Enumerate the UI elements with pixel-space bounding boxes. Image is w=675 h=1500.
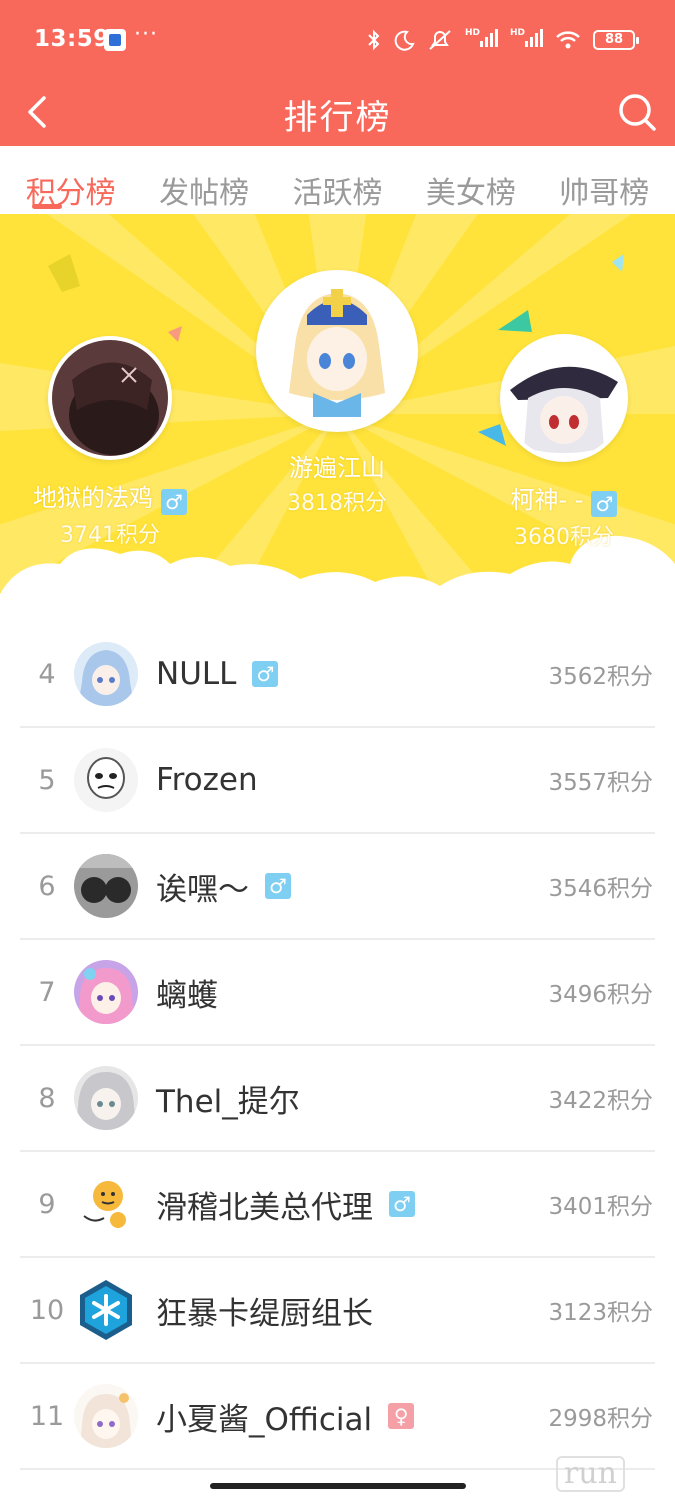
- user-avatar-image: [74, 1172, 138, 1236]
- page-title: 排行榜: [283, 98, 392, 138]
- user-name: 滑稽北美总代理: [156, 1189, 373, 1226]
- status-bar: 13:59 ··· HD HD 88: [0, 0, 675, 80]
- status-more-icon: ···: [134, 22, 158, 47]
- user-score: 3546积分: [548, 876, 653, 902]
- user-name: 螭蠖: [156, 977, 218, 1014]
- user-score: 3401积分: [548, 1194, 653, 1220]
- watermark-logo: run: [556, 1456, 625, 1492]
- list-item[interactable]: 5 Frozen 3557积分: [20, 728, 655, 834]
- user-score: 3123积分: [548, 1300, 653, 1326]
- list-item[interactable]: 7 螭蠖 3496积分: [20, 940, 655, 1046]
- list-item[interactable]: 9 滑稽北美总代理 ♂ 3401积分: [20, 1152, 655, 1258]
- podium-name: 地狱的法鸡: [33, 484, 153, 512]
- podium-score: 3741积分: [60, 522, 160, 548]
- app-header: 13:59 ··· HD HD 88 排行榜: [0, 0, 675, 146]
- user-score: 3562积分: [548, 664, 653, 690]
- podium-third[interactable]: 柯神- - ♂ 3680积分: [464, 334, 664, 551]
- podium-name: 游遍江山: [289, 454, 385, 482]
- tab-posts[interactable]: 发帖榜: [159, 146, 249, 214]
- male-gender-icon: ♂: [591, 490, 618, 517]
- podium-first[interactable]: 游遍江山 3818积分: [237, 270, 437, 517]
- rank-number: 11: [29, 1400, 65, 1432]
- user-avatar-image: [74, 1278, 138, 1342]
- list-item[interactable]: 4 NULL ♂ 3562积分: [20, 622, 655, 728]
- male-gender-icon: ♂: [252, 661, 279, 687]
- active-tab-indicator: [32, 204, 62, 209]
- home-indicator[interactable]: [210, 1483, 466, 1489]
- avatar: [500, 334, 628, 462]
- avatar: [48, 336, 172, 460]
- user-score: 2998积分: [548, 1406, 653, 1432]
- rank-number: 5: [38, 764, 56, 796]
- rank-number: 10: [29, 1294, 65, 1326]
- user-avatar-image: [504, 338, 624, 458]
- podium-second[interactable]: 地狱的法鸡 ♂ 3741积分: [10, 336, 210, 549]
- user-avatar-image: [52, 340, 168, 456]
- tab-handsome[interactable]: 帅哥榜: [559, 146, 649, 214]
- user-name: 诶嘿～: [156, 871, 249, 908]
- list-item[interactable]: 10 狂暴卡缇厨组长 3123积分: [20, 1258, 655, 1364]
- rank-number: 4: [38, 658, 56, 690]
- rank-number: 8: [38, 1082, 56, 1114]
- avatar: [256, 270, 418, 432]
- user-name: 狂暴卡缇厨组长: [156, 1295, 373, 1332]
- user-score: 3557积分: [548, 770, 653, 796]
- user-avatar-image: [74, 960, 138, 1024]
- podium-score: 3680积分: [514, 524, 614, 550]
- battery-icon: 88: [593, 30, 639, 50]
- user-avatar-image: [74, 748, 138, 812]
- hd-label: HD: [464, 28, 480, 38]
- user-name: Frozen: [156, 762, 258, 798]
- podium-name: 柯神- -: [510, 486, 584, 514]
- male-gender-icon: ♂: [389, 1191, 415, 1217]
- wifi-icon: [556, 31, 580, 49]
- mute-icon: [429, 30, 451, 50]
- female-gender-icon: ♀: [388, 1403, 415, 1429]
- status-icons: HD HD 88: [367, 22, 639, 58]
- top-three-podium: 地狱的法鸡 ♂ 3741积分 游遍江山 3818积分 柯神- - ♂ 3680积…: [0, 214, 675, 618]
- bluetooth-icon: [368, 29, 380, 51]
- ranking-list: 4 NULL ♂ 3562积分 5 Frozen 3557积分 6 诶嘿～ ♂ …: [20, 622, 655, 1470]
- male-gender-icon: ♂: [265, 873, 291, 899]
- list-item[interactable]: 11 小夏酱_Official ♀ 2998积分: [20, 1364, 655, 1470]
- list-item[interactable]: 6 诶嘿～ ♂ 3546积分: [20, 834, 655, 940]
- tab-beauty[interactable]: 美女榜: [426, 146, 516, 214]
- signal-icon: HD: [465, 28, 498, 52]
- list-item[interactable]: 8 Thel_提尔 3422积分: [20, 1046, 655, 1152]
- user-avatar-image: [74, 854, 138, 918]
- user-score: 3422积分: [548, 1088, 653, 1114]
- user-name: Thel_提尔: [156, 1083, 300, 1120]
- user-name: 小夏酱_Official: [156, 1401, 373, 1438]
- moon-icon: [394, 30, 415, 51]
- user-avatar-image: [261, 275, 413, 427]
- user-score: 3496积分: [548, 982, 653, 1008]
- user-avatar-image: [74, 1384, 138, 1448]
- user-avatar-image: [74, 1066, 138, 1130]
- status-time: 13:59: [34, 26, 110, 52]
- tab-active[interactable]: 活跃榜: [292, 146, 382, 214]
- notification-app-icon: [104, 29, 126, 51]
- ranking-tabs: 积分榜 发帖榜 活跃榜 美女榜 帅哥榜: [0, 146, 675, 214]
- podium-score: 3818积分: [287, 491, 387, 516]
- user-avatar-image: [74, 642, 138, 706]
- hd-label: HD: [509, 28, 525, 38]
- signal-icon: HD: [510, 28, 543, 52]
- search-icon[interactable]: [617, 92, 657, 132]
- rank-number: 9: [38, 1188, 56, 1220]
- user-name: NULL: [156, 656, 237, 692]
- rank-number: 6: [38, 870, 56, 902]
- male-gender-icon: ♂: [161, 488, 187, 515]
- rank-number: 7: [38, 976, 56, 1008]
